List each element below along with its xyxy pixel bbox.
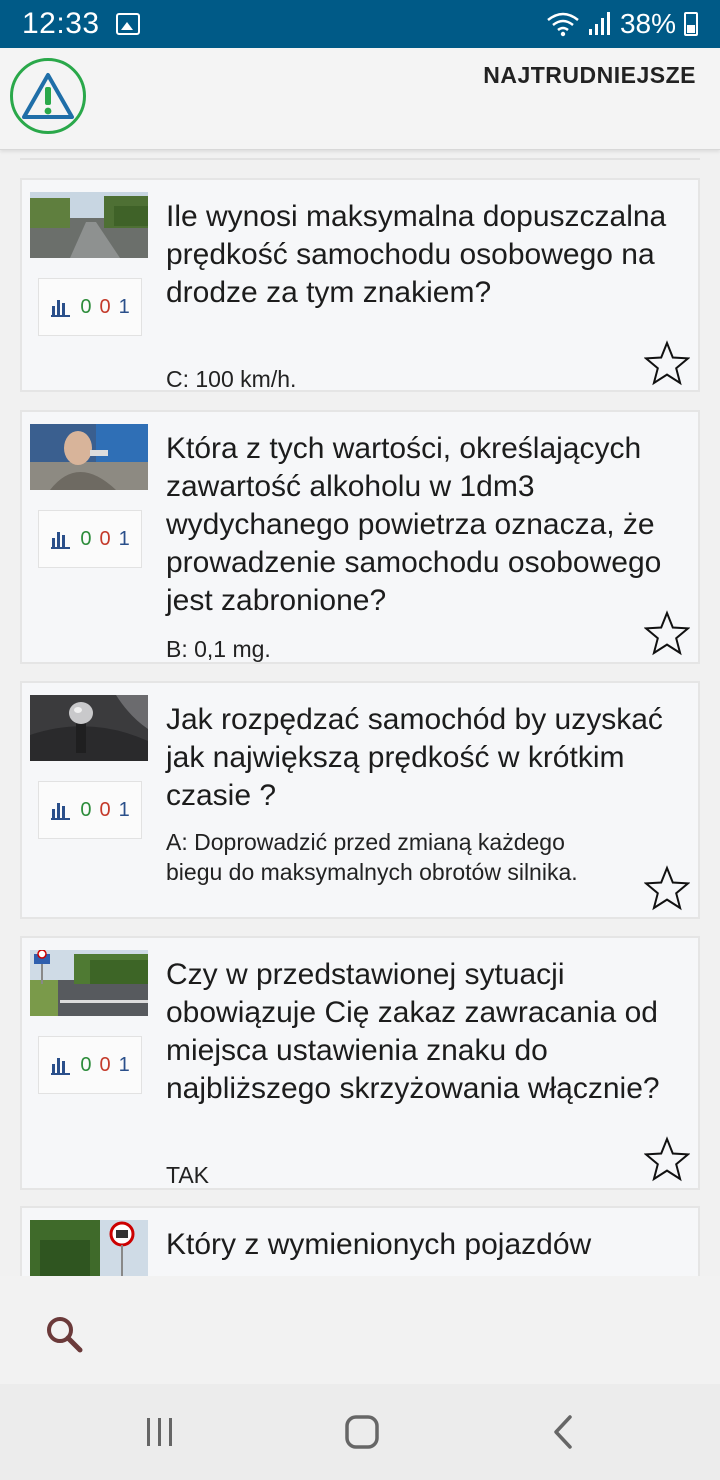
app-bar: NAJTRUDNIEJSZE bbox=[0, 48, 720, 150]
stats-box: 0 0 1 bbox=[38, 278, 142, 336]
search-icon[interactable] bbox=[44, 1314, 84, 1354]
recent-apps-icon[interactable] bbox=[140, 1412, 180, 1452]
warning-triangle-icon bbox=[22, 73, 74, 119]
stat-wrong: 0 bbox=[99, 798, 111, 821]
wifi-icon bbox=[547, 12, 579, 37]
question-card[interactable]: 0 0 1 Jak rozpędzać samochód by uzyskać … bbox=[20, 681, 700, 919]
stat-total: 1 bbox=[118, 527, 130, 550]
answer-text: A: Doprowadzić przed zmianą każdego bieg… bbox=[166, 829, 578, 885]
app-logo[interactable] bbox=[10, 58, 86, 134]
stats-box: 0 0 1 bbox=[38, 781, 142, 839]
back-icon[interactable] bbox=[544, 1412, 584, 1452]
stat-correct: 0 bbox=[80, 527, 92, 550]
answer-text: C: 100 km/h. bbox=[166, 366, 297, 392]
bottom-toolbar bbox=[0, 1276, 720, 1384]
battery-percent: 38% bbox=[619, 8, 676, 39]
question-thumbnail bbox=[30, 192, 148, 258]
system-nav-bar bbox=[0, 1384, 720, 1480]
bar-chart-icon bbox=[51, 300, 71, 317]
question-text: Który z wymienionych pojazdów bbox=[166, 1228, 592, 1261]
question-card[interactable]: 0 0 1 Która z tych wartości, określający… bbox=[20, 410, 700, 664]
battery-icon bbox=[684, 12, 698, 36]
answer-text: B: 0,1 mg. bbox=[166, 636, 271, 662]
signal-icon bbox=[588, 12, 610, 35]
question-thumbnail bbox=[30, 424, 148, 490]
home-icon[interactable] bbox=[342, 1412, 382, 1452]
status-time: 12:33 bbox=[22, 7, 100, 40]
question-thumbnail bbox=[30, 1220, 148, 1276]
stat-wrong: 0 bbox=[99, 295, 111, 318]
gallery-notification-icon bbox=[115, 13, 140, 35]
question-thumbnail bbox=[30, 950, 148, 1016]
bar-chart-icon bbox=[51, 1058, 71, 1075]
list-divider bbox=[20, 158, 700, 160]
stat-total: 1 bbox=[118, 798, 130, 821]
stat-total: 1 bbox=[118, 1053, 130, 1076]
bar-chart-icon bbox=[51, 803, 71, 820]
status-bar: 12:33 38% bbox=[0, 0, 720, 48]
answer-text: TAK bbox=[166, 1162, 210, 1188]
question-text: Która z tych wartości, określających zaw… bbox=[166, 432, 662, 617]
question-card[interactable]: 0 0 1 Czy w przedstawionej sytuacji obow… bbox=[20, 936, 700, 1190]
stats-box: 0 0 1 bbox=[38, 1036, 142, 1094]
stat-correct: 0 bbox=[80, 798, 92, 821]
stat-wrong: 0 bbox=[99, 527, 111, 550]
stat-wrong: 0 bbox=[99, 1053, 111, 1076]
question-text: Ile wynosi maksymalna dopuszczalna prędk… bbox=[166, 200, 667, 309]
question-thumbnail bbox=[30, 695, 148, 761]
stat-correct: 0 bbox=[80, 295, 92, 318]
star-outline-icon[interactable] bbox=[644, 610, 690, 656]
status-right: 38% bbox=[546, 8, 698, 40]
question-text: Czy w przedstawionej sytuacji obowiązuje… bbox=[166, 958, 660, 1105]
bar-chart-icon bbox=[51, 532, 71, 549]
stats-box: 0 0 1 bbox=[38, 510, 142, 568]
question-card[interactable]: Który z wymienionych pojazdów bbox=[20, 1206, 700, 1276]
stat-total: 1 bbox=[118, 295, 130, 318]
star-outline-icon[interactable] bbox=[644, 865, 690, 911]
question-card[interactable]: 0 0 1 Ile wynosi maksymalna dopuszczalna… bbox=[20, 178, 700, 392]
question-list[interactable]: 0 0 1 Ile wynosi maksymalna dopuszczalna… bbox=[0, 158, 720, 1276]
page-title[interactable]: NAJTRUDNIEJSZE bbox=[483, 62, 696, 89]
star-outline-icon[interactable] bbox=[644, 1136, 690, 1182]
star-outline-icon[interactable] bbox=[644, 340, 690, 386]
stat-correct: 0 bbox=[80, 1053, 92, 1076]
question-text: Jak rozpędzać samochód by uzyskać jak na… bbox=[166, 703, 663, 812]
